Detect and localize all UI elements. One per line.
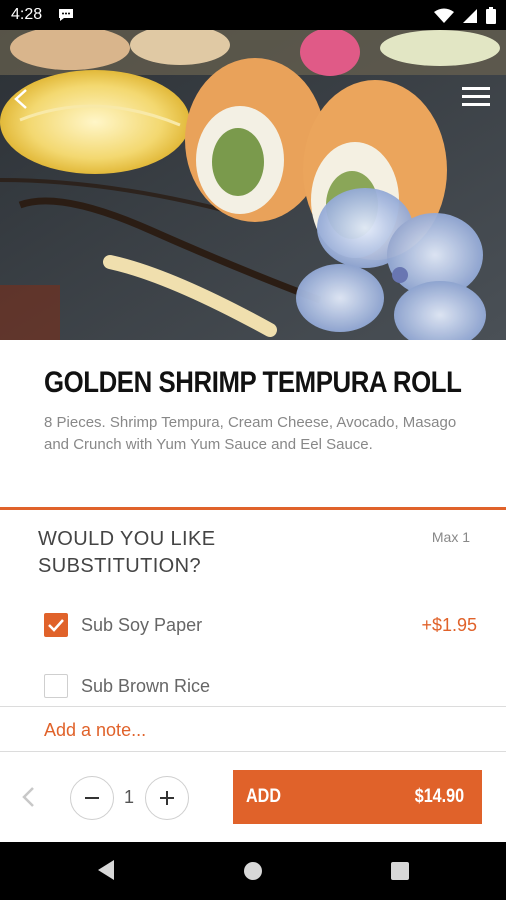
add-button-price: $14.90	[414, 786, 464, 807]
add-to-order-button[interactable]: ADD $14.90	[233, 770, 482, 824]
option-sub-soy-paper[interactable]: Sub Soy Paper +$1.95	[44, 610, 484, 640]
status-time: 4:28	[11, 6, 43, 23]
battery-icon	[486, 7, 496, 29]
decrease-quantity-button[interactable]	[70, 776, 114, 820]
hero-image	[0, 30, 506, 340]
wifi-icon	[434, 8, 454, 29]
action-bar: 1 ADD $14.90	[0, 752, 506, 842]
plus-icon	[160, 791, 174, 805]
checkbox-unchecked[interactable]	[44, 674, 68, 698]
checkbox-checked[interactable]	[44, 613, 68, 637]
product-title: GOLDEN SHRIMP TEMPURA ROLL	[44, 366, 462, 399]
section-divider	[0, 507, 506, 510]
nav-recents-icon[interactable]	[391, 862, 409, 885]
previous-item-icon[interactable]	[18, 784, 40, 810]
option-price: +$1.95	[421, 615, 477, 635]
quantity-value: 1	[123, 787, 134, 807]
option-label: Sub Soy Paper	[81, 615, 203, 635]
hamburger-menu-icon[interactable]	[462, 84, 492, 110]
minus-icon	[85, 797, 99, 799]
max-selection-label: Max 1	[431, 529, 470, 545]
note-field[interactable]	[0, 706, 506, 752]
substitution-heading: WOULD YOU LIKE SUBSTITUTION?	[38, 528, 216, 577]
navigation-bar	[0, 842, 506, 900]
signal-icon	[462, 8, 478, 29]
option-label: Sub Brown Rice	[81, 676, 211, 696]
nav-home-icon[interactable]	[244, 862, 262, 885]
increase-quantity-button[interactable]	[145, 776, 189, 820]
message-icon	[58, 8, 74, 22]
nav-back-icon[interactable]	[96, 859, 116, 886]
back-arrow-icon[interactable]	[6, 82, 36, 116]
add-button-label: ADD	[246, 786, 281, 807]
checkmark-icon	[48, 619, 64, 632]
product-description: 8 Pieces. Shrimp Tempura, Cream Cheese, …	[44, 414, 457, 453]
option-sub-brown-rice[interactable]: Sub Brown Rice	[44, 671, 484, 701]
status-bar: 4:28	[0, 0, 506, 30]
note-input[interactable]	[44, 716, 484, 744]
